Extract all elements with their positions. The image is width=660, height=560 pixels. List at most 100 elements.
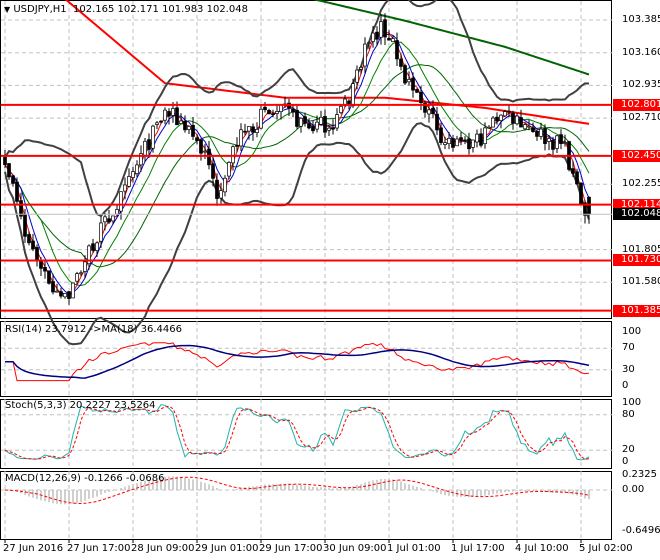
candle — [427, 109, 431, 115]
candle — [35, 247, 39, 261]
candle — [395, 40, 399, 60]
time-label: 29 Jun 17:00 — [259, 543, 323, 554]
candle — [335, 114, 339, 129]
candle — [11, 175, 15, 184]
candle — [515, 115, 519, 125]
stoch-axis-label: 0 — [622, 456, 629, 467]
candle — [123, 184, 127, 192]
candle — [51, 281, 55, 293]
candle — [575, 171, 579, 185]
macd-axis-label: -0.6496 — [622, 525, 660, 536]
time-label: 29 Jun 01:00 — [195, 543, 259, 554]
price-axis-label: 102.935 — [622, 79, 660, 91]
candle — [95, 242, 99, 251]
candle — [31, 240, 35, 250]
candle — [319, 116, 323, 125]
candle — [367, 42, 371, 44]
candle — [415, 89, 419, 93]
candle — [483, 127, 487, 145]
candle — [39, 260, 43, 269]
candle — [159, 120, 163, 123]
candle — [371, 32, 375, 42]
rsi-ma-line — [5, 344, 590, 379]
candle — [391, 38, 395, 43]
candle — [127, 176, 131, 187]
candle — [175, 107, 179, 126]
candle — [67, 291, 71, 299]
candle — [451, 138, 455, 148]
price-axis-label: 103.160 — [622, 46, 660, 58]
chart-header: ▼ USDJPY,H1 102.165 102.171 101.983 102.… — [4, 4, 248, 15]
candle — [171, 108, 175, 116]
candle — [79, 272, 83, 275]
candle — [527, 125, 531, 128]
candle — [407, 79, 411, 83]
candle — [539, 128, 543, 137]
candle — [203, 150, 207, 153]
candle — [143, 140, 147, 156]
rsi-axis-label: 30 — [622, 363, 635, 375]
candle — [151, 125, 155, 149]
candle — [411, 77, 415, 91]
candle — [23, 213, 27, 237]
candle — [291, 108, 295, 113]
candle — [331, 127, 335, 130]
candle — [199, 139, 203, 154]
candle — [63, 293, 67, 298]
candle — [219, 190, 223, 199]
candle — [399, 58, 403, 67]
candle — [235, 145, 239, 147]
candle — [207, 148, 211, 166]
candle — [3, 156, 7, 165]
candle — [295, 109, 299, 127]
stoch-signal-line — [4, 405, 590, 460]
candle — [55, 290, 59, 293]
candle — [355, 69, 359, 83]
candle — [303, 116, 307, 124]
price-axis-label: 102.710 — [622, 112, 660, 124]
candle — [467, 138, 471, 150]
macd-label: MACD(12,26,9) -0.1266 -0.0686 — [5, 473, 165, 484]
candle — [431, 107, 435, 115]
candle — [167, 111, 171, 117]
price-axis-label: 101.580 — [622, 276, 660, 288]
candle — [315, 121, 319, 130]
rsi-axis-label: 100 — [622, 326, 642, 337]
candle — [535, 130, 539, 137]
candle — [59, 291, 63, 297]
candle — [307, 123, 311, 129]
chart-window[interactable]: ▼ USDJPY,H1 102.165 102.171 101.983 102.… — [0, 0, 660, 560]
candle — [491, 117, 495, 128]
candle — [135, 164, 139, 174]
candle — [115, 209, 119, 215]
candle — [571, 168, 575, 174]
level-price-tag: 101.385 — [613, 304, 660, 317]
candle — [587, 196, 591, 215]
candle — [227, 162, 231, 177]
stoch-axis-label: 20 — [622, 444, 635, 456]
ohlc-values: 102.165 102.171 101.983 102.048 — [73, 4, 248, 15]
candle — [91, 243, 95, 251]
candle — [179, 120, 183, 124]
candle — [579, 182, 583, 205]
symbol-label: USDJPY,H1 — [13, 4, 67, 15]
candle — [147, 139, 151, 150]
bollinger-middle-band — [4, 64, 590, 268]
candle — [363, 43, 367, 67]
candle — [487, 126, 491, 129]
candle — [7, 163, 11, 178]
candle — [119, 191, 123, 212]
stoch-label: Stoch(5,3,3) 20.2227 23.5264 — [5, 400, 156, 411]
candle — [543, 128, 547, 144]
dropdown-triangle-icon[interactable]: ▼ — [4, 5, 10, 14]
candle — [463, 139, 467, 142]
candle — [311, 125, 315, 132]
candle — [239, 129, 243, 147]
candle — [523, 124, 527, 130]
candle — [471, 139, 475, 148]
candle — [299, 117, 303, 127]
time-label: 1 Jul 01:00 — [387, 543, 441, 554]
candle — [507, 110, 511, 113]
candle — [15, 181, 19, 202]
candle — [359, 67, 363, 70]
